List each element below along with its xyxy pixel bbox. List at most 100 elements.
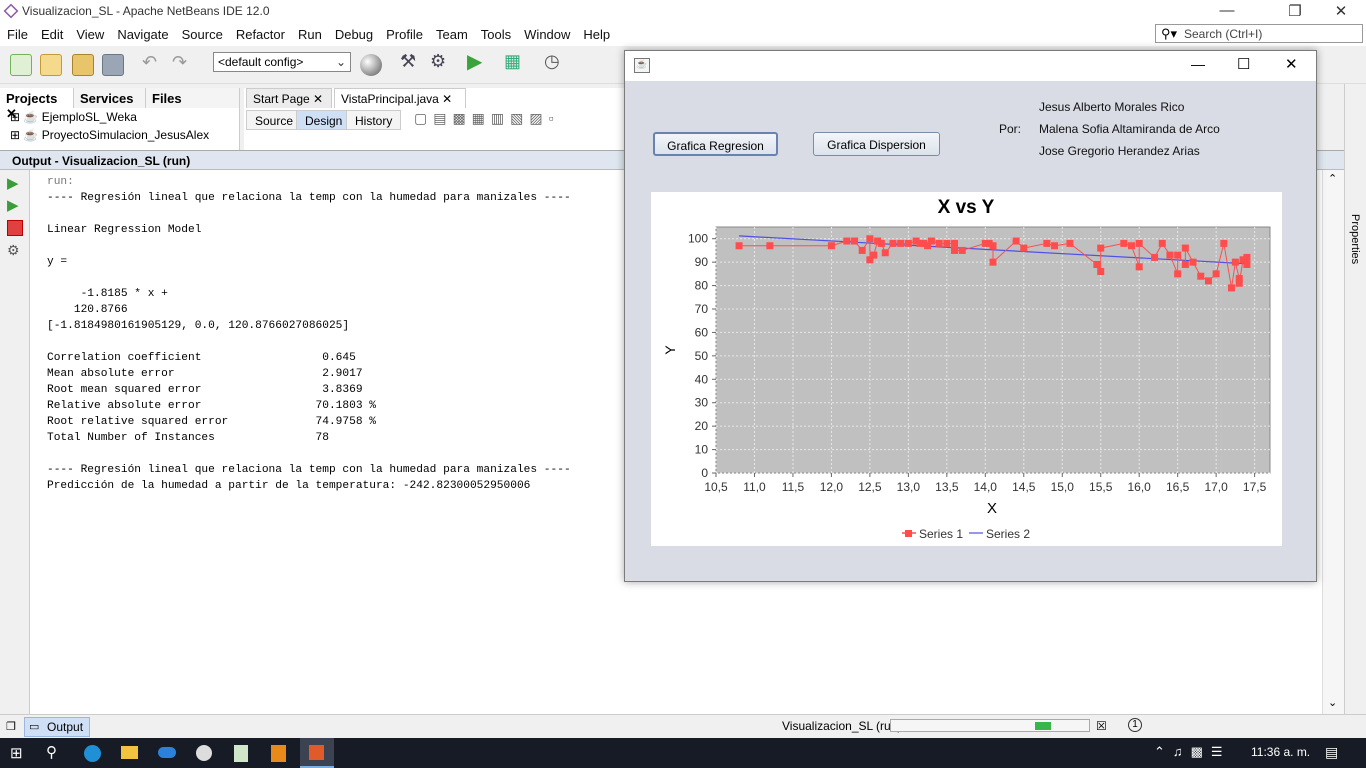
- java-icon: [309, 745, 324, 760]
- close-icon[interactable]: ✕: [1318, 2, 1364, 20]
- settings-icon[interactable]: ⚙: [7, 242, 23, 258]
- menu-team[interactable]: Team: [429, 24, 474, 42]
- globe-icon[interactable]: [360, 54, 382, 76]
- expand-icon[interactable]: ⊞: [10, 128, 20, 142]
- config-select[interactable]: <default config> ⌄: [213, 52, 351, 72]
- x-axis-label: X: [987, 500, 997, 517]
- output-line: y =: [47, 256, 68, 268]
- y-tick-label: 80: [695, 279, 709, 293]
- menu-tools[interactable]: Tools: [474, 24, 517, 42]
- notifications-icon[interactable]: 1: [1128, 718, 1142, 732]
- series-1-point: [897, 239, 905, 247]
- stop-icon[interactable]: [7, 220, 23, 236]
- menu-help[interactable]: Help: [576, 24, 616, 42]
- new-file-icon[interactable]: [10, 54, 32, 76]
- x-tick-label: 10,5: [704, 480, 728, 494]
- properties-tab[interactable]: Properties: [1349, 214, 1361, 264]
- x-axis-ticks: 10,5 11,0 11,5 12,0 12,5 13,0 13,5 14,0 14,5 15,0…: [704, 473, 1267, 494]
- tab-source[interactable]: Source: [246, 110, 303, 130]
- debug-icon[interactable]: ▦: [504, 51, 526, 73]
- menu-navigate[interactable]: Navigate: [110, 24, 174, 42]
- tab-design[interactable]: Design: [296, 110, 352, 130]
- output-line: Total Number of Instances 78: [47, 432, 329, 444]
- menu-run[interactable]: Run: [291, 24, 328, 42]
- grafica-dispersion-button[interactable]: Grafica Dispersion: [813, 132, 940, 156]
- menu-view[interactable]: View: [69, 24, 110, 42]
- series-1-point: [877, 239, 885, 247]
- search-input[interactable]: ⚲▾ Search (Ctrl+I): [1155, 24, 1363, 43]
- output-line: Root mean squared error 3.8369: [47, 384, 363, 396]
- rerun-with-options-icon[interactable]: ▶: [7, 196, 23, 214]
- tab-history[interactable]: History: [346, 110, 402, 130]
- output-line: ---- Regresión lineal que relaciona la t…: [47, 192, 571, 204]
- output-title: Output - Visualizacion_SL (run): [12, 154, 191, 168]
- redo-icon[interactable]: ↷: [172, 52, 194, 74]
- netbeans-logo-icon: [3, 3, 19, 19]
- output-line: Mean absolute error 2.9017: [47, 368, 363, 380]
- menu-edit[interactable]: Edit: [34, 24, 69, 42]
- series-1-point: [889, 239, 897, 247]
- series-1-point: [951, 246, 959, 254]
- output-line: ---- Regresión lineal que relaciona la t…: [47, 464, 571, 476]
- run-icon[interactable]: ▶: [467, 49, 489, 73]
- x-tick-label: 14,5: [1012, 480, 1036, 494]
- expand-icon[interactable]: ⊞: [10, 110, 20, 124]
- series-1-point: [1231, 258, 1239, 266]
- edge-browser-icon[interactable]: [84, 745, 101, 762]
- clock[interactable]: 11:36 a. m.: [1251, 745, 1310, 759]
- x-tick-label: 13,0: [897, 480, 921, 494]
- java-app-taskbar-icon[interactable]: [300, 738, 334, 768]
- new-project-icon[interactable]: [40, 54, 62, 76]
- minimize-icon[interactable]: —: [1204, 2, 1250, 19]
- open-project-icon[interactable]: [72, 54, 94, 76]
- profile-icon[interactable]: ◷: [544, 51, 566, 73]
- tree-item-proyectosimulacion[interactable]: ⊞ ☕ ProyectoSimulacion_JesusAlex: [10, 128, 209, 142]
- output-window-tab[interactable]: ▭ Output: [24, 717, 91, 737]
- legend: Series 1 Series 2: [902, 527, 1030, 541]
- close-icon[interactable]: ✕: [442, 92, 452, 106]
- tab-files[interactable]: Files: [146, 88, 240, 108]
- system-tray-icons[interactable]: ⌃♫▩☰: [1154, 744, 1231, 760]
- rerun-icon[interactable]: ▶: [7, 174, 23, 192]
- clean-build-icon[interactable]: ⚙: [430, 51, 452, 73]
- design-tools-icon[interactable]: ▢▤▩▦▥▧▨▫: [414, 110, 614, 130]
- action-center-icon[interactable]: ▤: [1325, 744, 1338, 761]
- close-icon[interactable]: ✕: [313, 92, 323, 106]
- tab-projects[interactable]: Projects ✕: [0, 88, 74, 121]
- file-explorer-icon[interactable]: [121, 746, 138, 759]
- search-icon[interactable]: ⚲: [46, 743, 57, 761]
- cancel-task-icon[interactable]: ☒: [1096, 719, 1107, 733]
- menu-file[interactable]: File: [0, 24, 34, 42]
- save-all-icon[interactable]: [102, 54, 124, 76]
- output-scrollbar[interactable]: ⌃ ⌄: [1322, 170, 1344, 714]
- restore-window-icon[interactable]: ❐: [6, 720, 16, 733]
- menu-profile[interactable]: Profile: [379, 24, 429, 42]
- maximize-icon[interactable]: ☐: [1237, 55, 1250, 73]
- tab-vistaprincipal[interactable]: VistaPrincipal.java ✕: [334, 88, 466, 108]
- close-icon[interactable]: ✕: [1285, 55, 1298, 73]
- output-line: [-1.8184980161905129, 0.0, 120.876602708…: [47, 320, 350, 332]
- output-icon: ▭: [29, 721, 40, 733]
- tab-services[interactable]: Services: [74, 88, 146, 108]
- tab-start-page[interactable]: Start Page ✕: [246, 88, 332, 108]
- series-1-point: [1151, 253, 1159, 261]
- notepad-icon[interactable]: [234, 745, 248, 762]
- menu-window[interactable]: Window: [517, 24, 576, 42]
- chevron-up-icon[interactable]: ⌃: [1328, 172, 1337, 185]
- menu-refactor[interactable]: Refactor: [229, 24, 291, 42]
- tree-item-ejemplosl-weka[interactable]: ⊞ ☕ EjemploSL_Weka: [10, 110, 137, 124]
- build-hammer-icon[interactable]: ⚒: [400, 51, 422, 73]
- clock-app-icon[interactable]: [196, 745, 212, 761]
- chevron-down-icon[interactable]: ⌄: [1328, 696, 1337, 709]
- grafica-regresion-button[interactable]: Grafica Regresion: [653, 132, 778, 156]
- netbeans-taskbar-icon[interactable]: [271, 745, 286, 762]
- onedrive-icon[interactable]: [158, 747, 176, 758]
- output-side-toolbar: ▶ ▶ ⚙: [0, 170, 30, 714]
- menu-debug[interactable]: Debug: [328, 24, 379, 42]
- minimize-icon[interactable]: —: [1191, 56, 1205, 72]
- undo-icon[interactable]: ↶: [142, 52, 164, 74]
- menu-source[interactable]: Source: [175, 24, 229, 42]
- series-1-point: [866, 235, 874, 243]
- windows-start-icon[interactable]: ⊞: [10, 744, 23, 762]
- restore-icon[interactable]: ❐: [1272, 2, 1318, 20]
